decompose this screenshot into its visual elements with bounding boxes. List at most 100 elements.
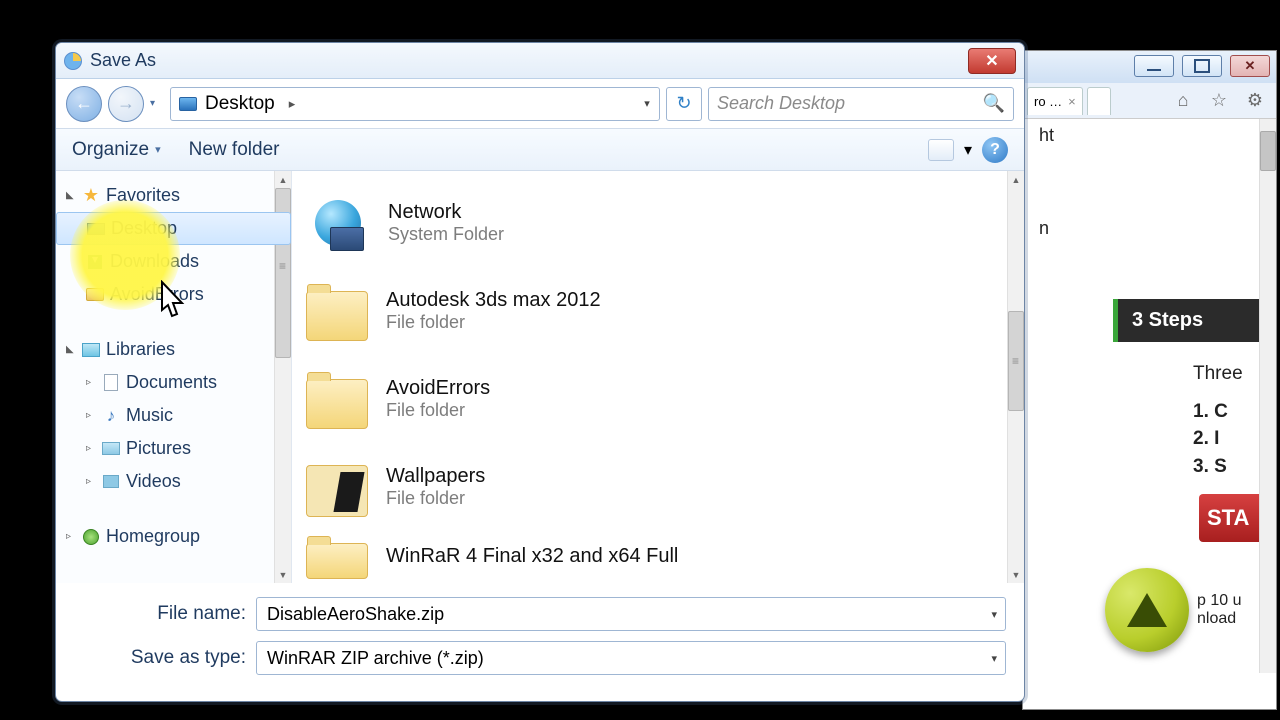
filetype-select[interactable]: WinRAR ZIP archive (*.zip) ▾: [256, 641, 1006, 675]
tree-item-documents[interactable]: ▹ Documents: [56, 366, 291, 399]
tree-item-music[interactable]: ▹ ♪ Music: [56, 399, 291, 432]
libraries-icon: [82, 343, 100, 357]
list-item[interactable]: AvoidErrors File folder: [306, 355, 1020, 443]
tree-item-label: Desktop: [111, 218, 177, 239]
tree-item-label: Pictures: [126, 438, 191, 459]
tree-item-homegroup[interactable]: ▹ Homegroup: [56, 520, 291, 553]
expander-icon[interactable]: ◣: [66, 344, 76, 355]
view-controls: ▾ ?: [928, 137, 1008, 163]
download-icon: [88, 255, 102, 269]
tree-item-avoiderrors[interactable]: AvoidErrors: [56, 278, 291, 311]
address-dropdown-icon[interactable]: ▾: [639, 97, 655, 110]
view-mode-icon[interactable]: [928, 139, 954, 161]
item-type: System Folder: [388, 224, 504, 245]
filename-row: File name: DisableAeroShake.zip ▾: [106, 597, 1006, 631]
item-name: Network: [388, 201, 504, 224]
scrollbar-thumb[interactable]: [1260, 131, 1276, 171]
browser-titlebar: [1023, 51, 1276, 83]
scroll-down-icon[interactable]: ▼: [1008, 566, 1024, 583]
new-tab-button[interactable]: [1087, 87, 1111, 115]
organize-button[interactable]: Organize ▾: [72, 139, 161, 161]
homegroup-icon: [83, 529, 99, 545]
music-icon: ♪: [102, 407, 120, 425]
folder-icon: [306, 543, 368, 579]
browser-content: ht n 3 Steps Three 1. C 2. I 3. S STA p …: [1023, 119, 1276, 673]
search-icon: 🔍: [983, 93, 1005, 114]
desktop-icon: [87, 223, 105, 235]
folder-icon: [306, 465, 368, 517]
scroll-up-icon[interactable]: ▲: [1008, 171, 1024, 188]
tree-item-pictures[interactable]: ▹ Pictures: [56, 432, 291, 465]
tree-item-label: Music: [126, 405, 173, 426]
scrollbar-thumb[interactable]: [1008, 311, 1024, 411]
page-text-snippet: n: [1039, 218, 1276, 239]
refresh-icon: ↻: [676, 93, 691, 114]
list-item[interactable]: Network System Folder: [306, 179, 1020, 267]
new-folder-button[interactable]: New folder: [189, 139, 280, 161]
tab-label: ro …: [1034, 94, 1062, 109]
sidebar-card: 3 Steps Three 1. C 2. I 3. S STA: [1113, 299, 1276, 542]
help-button[interactable]: ?: [982, 137, 1008, 163]
maximize-button[interactable]: [1182, 55, 1222, 77]
tree-item-label: AvoidErrors: [110, 284, 204, 305]
folder-icon: [86, 288, 104, 301]
tree-header-libraries[interactable]: ◣ Libraries: [56, 333, 291, 366]
card-header: 3 Steps: [1113, 299, 1276, 342]
chevron-right-icon[interactable]: ▸: [289, 96, 296, 112]
item-name: WinRaR 4 Final x32 and x64 Full: [386, 545, 678, 568]
nav-history-dropdown[interactable]: ▾: [150, 98, 164, 109]
dropdown-icon[interactable]: ▾: [991, 608, 997, 621]
tree-item-label: Videos: [126, 471, 181, 492]
favorites-icon[interactable]: ☆: [1208, 90, 1230, 112]
dialog-titlebar: Save As ✕: [56, 43, 1024, 79]
search-input[interactable]: Search Desktop 🔍: [708, 87, 1014, 121]
address-bar[interactable]: Desktop ▸ ▾: [170, 87, 660, 121]
tree-label: Libraries: [106, 339, 175, 360]
home-icon[interactable]: ⌂: [1172, 90, 1194, 112]
folder-icon: [306, 291, 368, 341]
expander-icon[interactable]: ▹: [86, 443, 96, 454]
window-close-button[interactable]: [1230, 55, 1270, 77]
tree-item-downloads[interactable]: Downloads: [56, 245, 291, 278]
expander-icon[interactable]: ▹: [66, 531, 76, 542]
expander-icon[interactable]: ▹: [86, 410, 96, 421]
minimize-button[interactable]: [1134, 55, 1174, 77]
item-name: Autodesk 3ds max 2012: [386, 289, 601, 312]
dialog-close-button[interactable]: ✕: [968, 48, 1016, 74]
tab-close-icon[interactable]: ×: [1068, 94, 1076, 109]
refresh-button[interactable]: ↻: [666, 87, 702, 121]
tree-header-favorites[interactable]: ◣ ★ Favorites: [56, 179, 291, 212]
list-scrollbar[interactable]: ▲ ▼: [1007, 171, 1024, 583]
dialog-fields: File name: DisableAeroShake.zip ▾ Save a…: [56, 583, 1024, 675]
scroll-down-icon[interactable]: ▼: [275, 566, 291, 583]
organize-label: Organize: [72, 139, 149, 161]
item-type: File folder: [386, 488, 485, 509]
ie-icon: [64, 52, 82, 70]
filetype-value: WinRAR ZIP archive (*.zip): [267, 648, 484, 669]
search-placeholder: Search Desktop: [717, 93, 845, 114]
chevron-down-icon[interactable]: ▾: [964, 140, 972, 160]
filename-label: File name:: [106, 603, 246, 625]
tree-item-desktop[interactable]: Desktop: [56, 212, 291, 245]
list-item[interactable]: Autodesk 3ds max 2012 File folder: [306, 267, 1020, 355]
filename-input[interactable]: DisableAeroShake.zip ▾: [256, 597, 1006, 631]
document-icon: [104, 374, 118, 391]
item-name: AvoidErrors: [386, 377, 490, 400]
tree-label: Homegroup: [106, 526, 200, 547]
tree-item-videos[interactable]: ▹ Videos: [56, 465, 291, 498]
settings-icon[interactable]: ⚙: [1244, 90, 1266, 112]
dialog-body: ▲ ▼ ◣ ★ Favorites Desktop Downloads: [56, 171, 1024, 583]
nav-forward-button[interactable]: →: [108, 86, 144, 122]
expander-icon[interactable]: ▹: [86, 476, 96, 487]
list-item[interactable]: Wallpapers File folder: [306, 443, 1020, 531]
filetype-label: Save as type:: [106, 647, 246, 669]
dialog-toolbar: Organize ▾ New folder ▾ ?: [56, 129, 1024, 171]
list-item[interactable]: WinRaR 4 Final x32 and x64 Full: [306, 531, 1020, 581]
expander-icon[interactable]: ▹: [86, 377, 96, 388]
nav-back-button[interactable]: ←: [66, 86, 102, 122]
close-icon: ✕: [985, 51, 998, 71]
browser-tab[interactable]: ro … ×: [1027, 87, 1083, 115]
expander-icon[interactable]: ◣: [66, 190, 76, 201]
dropdown-icon[interactable]: ▾: [991, 652, 997, 665]
forward-icon: →: [117, 93, 135, 114]
